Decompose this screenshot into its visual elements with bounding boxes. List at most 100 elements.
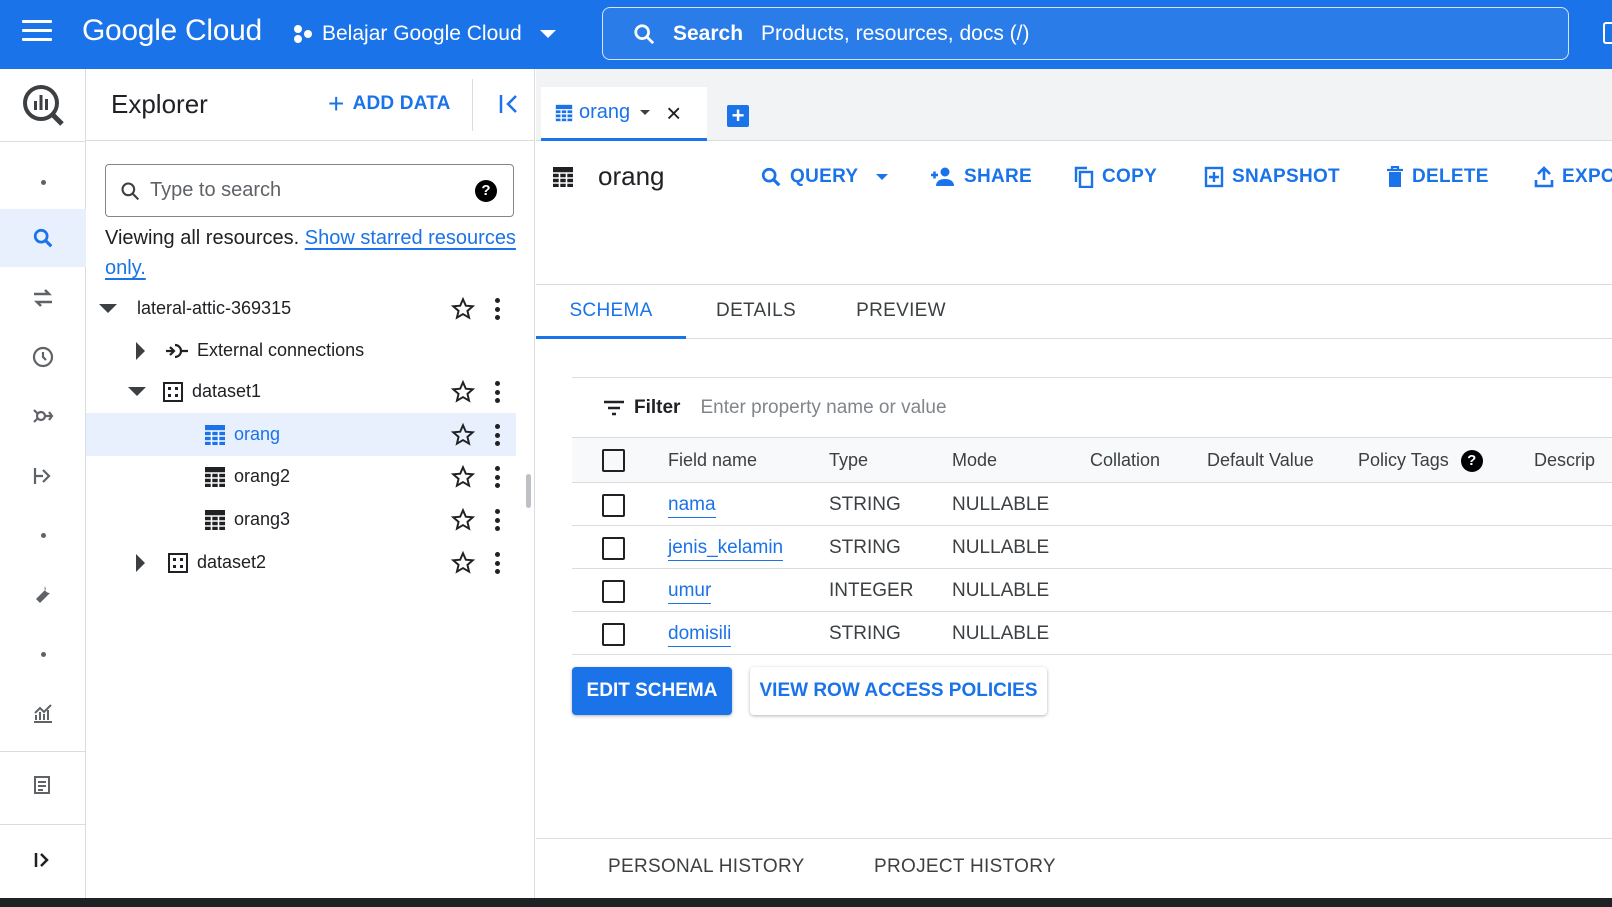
chevron-down-icon [876, 174, 889, 180]
share-button[interactable]: SHARE [930, 166, 1032, 188]
field-mode: NULLABLE [952, 580, 1050, 601]
row-checkbox[interactable] [602, 580, 625, 603]
monitoring-chart-icon[interactable] [0, 684, 86, 742]
more-options-icon[interactable] [494, 298, 500, 320]
project-icon [294, 25, 312, 43]
tree-item-orang[interactable]: orang [86, 413, 516, 456]
main-menu-button[interactable] [22, 20, 52, 48]
expand-caret-icon[interactable] [136, 553, 145, 572]
expand-rail-icon[interactable] [0, 831, 86, 889]
nav-dot [0, 506, 86, 564]
tree-item-project[interactable]: lateral-attic-369315 [86, 287, 516, 330]
tree-item-dataset1[interactable]: dataset1 [86, 370, 516, 413]
tab-preview[interactable]: PREVIEW [826, 285, 976, 339]
collapse-caret-icon[interactable] [99, 304, 117, 313]
analytics-hub-icon[interactable] [0, 387, 86, 445]
field-name-link[interactable]: domisili [668, 612, 732, 655]
search-icon[interactable] [0, 209, 86, 267]
close-icon[interactable]: × [666, 100, 681, 126]
cloud-shell-icon[interactable] [1603, 22, 1612, 44]
main-content: orang × + orang QUERY SHARE COPY SNAPSHO… [536, 69, 1612, 907]
schema-filter-input[interactable]: Filter Enter property name or value [572, 377, 1612, 438]
table-icon [205, 509, 225, 530]
explorer-scrollbar[interactable] [526, 474, 531, 508]
tree-item-label: External connections [197, 340, 365, 360]
tree-item-dataset2[interactable]: dataset2 [86, 541, 516, 584]
history-panel: PERSONAL HISTORY PROJECT HISTORY [536, 838, 1612, 898]
field-name-link[interactable]: nama [668, 483, 716, 526]
tab-schema[interactable]: SCHEMA [536, 285, 686, 339]
filter-icon [604, 400, 624, 415]
star-icon[interactable] [450, 379, 476, 405]
more-options-icon[interactable] [494, 381, 500, 403]
scheduled-queries-icon[interactable] [0, 328, 86, 386]
help-icon[interactable]: ? [475, 180, 497, 202]
star-icon[interactable] [450, 507, 476, 533]
top-bar: Google Cloud Belajar Google Cloud Search… [0, 0, 1612, 69]
tab-details[interactable]: DETAILS [686, 285, 826, 339]
project-selector[interactable]: Belajar Google Cloud [292, 22, 556, 46]
row-checkbox[interactable] [602, 537, 625, 560]
add-data-button[interactable]: + ADD DATA [328, 90, 451, 118]
tree-item-orang2[interactable]: orang2 [86, 455, 516, 498]
tree-item-label: orang2 [234, 466, 291, 486]
search-label: Search [673, 21, 744, 45]
star-icon[interactable] [450, 296, 476, 322]
left-nav-rail [0, 69, 86, 907]
tab-project-history[interactable]: PROJECT HISTORY [874, 839, 1056, 895]
star-icon[interactable] [450, 550, 476, 576]
field-name-link[interactable]: umur [668, 569, 712, 612]
field-name-link[interactable]: jenis_kelamin [668, 526, 784, 569]
copy-button[interactable]: COPY [1074, 166, 1157, 188]
expand-caret-icon[interactable] [136, 341, 145, 360]
column-header-policy-tags[interactable]: Policy Tags? [1358, 438, 1483, 483]
release-notes-icon[interactable] [0, 752, 86, 818]
google-cloud-logo[interactable]: Google Cloud [82, 14, 262, 48]
row-checkbox[interactable] [602, 494, 625, 517]
tab-orang[interactable]: orang × [541, 87, 707, 141]
delete-button[interactable]: DELETE [1386, 166, 1489, 188]
column-header[interactable]: Type [829, 438, 868, 483]
select-all-checkbox[interactable] [602, 449, 625, 472]
more-options-icon[interactable] [494, 509, 500, 531]
column-header[interactable]: Default Value [1207, 438, 1314, 483]
column-header[interactable]: Mode [952, 438, 997, 483]
transfers-icon[interactable] [0, 269, 86, 327]
star-icon[interactable] [450, 422, 476, 448]
dataflow-icon[interactable] [0, 447, 86, 505]
tree-item-label: lateral-attic-369315 [137, 298, 292, 318]
more-options-icon[interactable] [494, 466, 500, 488]
star-icon[interactable] [450, 464, 476, 490]
wrench-icon[interactable] [0, 565, 86, 623]
tab-personal-history[interactable]: PERSONAL HISTORY [608, 839, 805, 895]
chevron-down-icon[interactable] [640, 110, 651, 115]
export-button[interactable]: EXPO [1534, 166, 1612, 188]
global-search-input[interactable]: Search Products, resources, docs (/) [602, 7, 1569, 60]
edit-schema-button[interactable]: EDIT SCHEMA [572, 667, 732, 715]
more-options-icon[interactable] [494, 424, 500, 446]
dataset-icon [168, 552, 188, 573]
tree-item-label: orang3 [234, 509, 291, 529]
explorer-search-input[interactable]: Type to search ? [105, 164, 514, 217]
column-header[interactable]: Field name [668, 438, 757, 483]
tree-item-external-connections[interactable]: External connections [86, 329, 516, 372]
tree-item-orang3[interactable]: orang3 [86, 498, 516, 541]
bigquery-logo-icon[interactable] [0, 73, 86, 137]
add-data-label: ADD DATA [352, 93, 451, 114]
query-button[interactable]: QUERY [760, 166, 889, 188]
add-person-icon [931, 167, 954, 186]
collapse-panel-icon[interactable] [496, 91, 522, 117]
row-checkbox[interactable] [602, 623, 625, 646]
help-icon[interactable]: ? [1460, 450, 1483, 473]
filter-placeholder: Enter property name or value [700, 396, 947, 418]
tree-item-label: orang [234, 424, 281, 444]
snapshot-button[interactable]: SNAPSHOT [1204, 166, 1340, 188]
view-row-access-policies-button[interactable]: VIEW ROW ACCESS POLICIES [750, 667, 1047, 715]
explorer-panel: Explorer + ADD DATA Type to search ? Vie… [86, 69, 535, 907]
query-label: QUERY [790, 166, 859, 187]
new-tab-plus-icon[interactable]: + [727, 105, 749, 127]
column-header[interactable]: Descrip [1534, 438, 1595, 483]
column-header[interactable]: Collation [1090, 438, 1160, 483]
more-options-icon[interactable] [494, 552, 500, 574]
collapse-caret-icon[interactable] [128, 387, 146, 396]
